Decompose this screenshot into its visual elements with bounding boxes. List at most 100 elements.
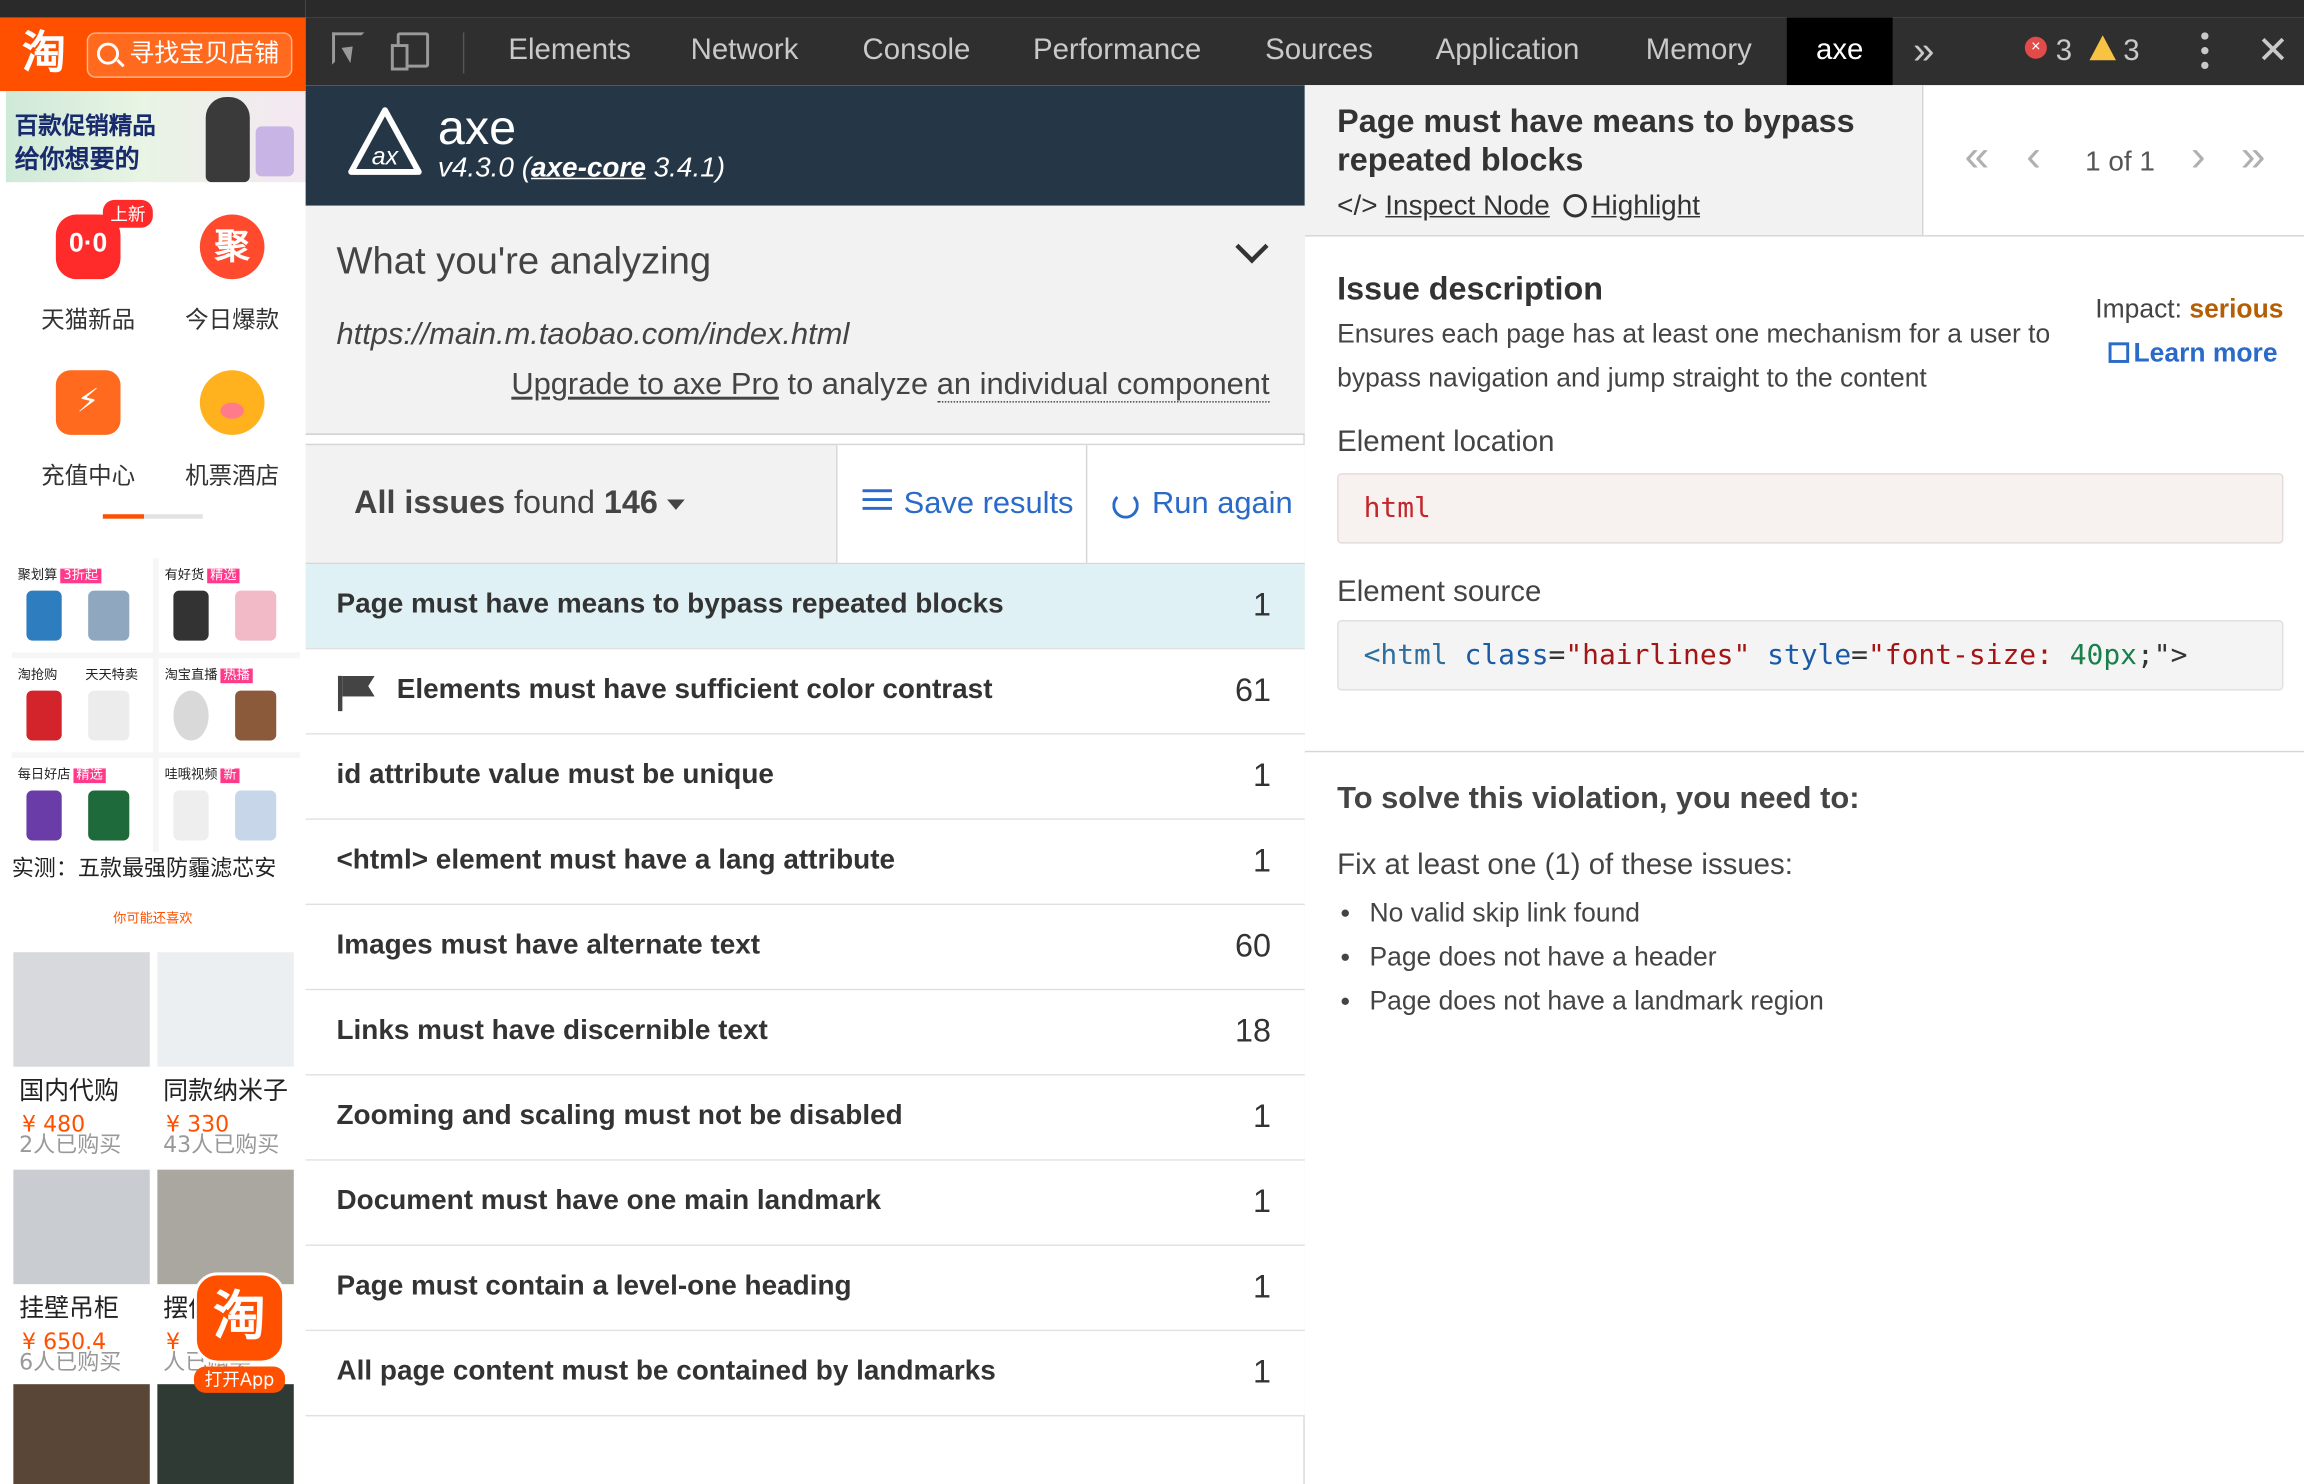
issue-row[interactable]: id attribute value must be unique 1 [305, 734, 1305, 820]
issue-row[interactable]: Elements must have sufficient color cont… [305, 649, 1305, 735]
issue-row[interactable]: All page content must be contained by la… [305, 1331, 1305, 1417]
first-page-icon[interactable]: « [1965, 132, 1990, 182]
grid-cell[interactable]: 淘抢购 天天特卖 [11, 658, 153, 753]
icon-hot-today[interactable]: 聚 今日爆款 [159, 214, 306, 335]
icon-travel[interactable]: 机票酒店 [159, 370, 306, 490]
issue-row[interactable]: Page must contain a level-one heading 1 [305, 1245, 1305, 1332]
warning-icon[interactable] [2089, 35, 2116, 61]
taobao-header: 淘 寻找宝贝店铺 [0, 17, 306, 92]
error-count[interactable]: 3 [2056, 18, 2072, 86]
inspect-node-link[interactable]: </> Inspect Node [1337, 191, 1550, 223]
issues-filter-dropdown[interactable]: All issues found 146 [354, 483, 685, 521]
solve-section: To solve this violation, you need to: Fi… [1305, 752, 2304, 1193]
prev-page-icon[interactable]: ‹ [2026, 132, 2041, 182]
product-name: 挂壁吊柜 [19, 1294, 120, 1324]
product-sold: 2人已购买 [19, 1131, 122, 1158]
axe-core-link[interactable]: axe-core [531, 153, 646, 184]
grid-cell[interactable]: 每日好店 精选 [11, 758, 153, 853]
taobao-logo[interactable]: 淘 [9, 29, 80, 79]
promo-banner[interactable]: 百款促销精品 给你想要的 [5, 91, 306, 183]
product-card[interactable]: 国内代购 ¥ 480 2人已购买 [13, 952, 150, 1161]
product-thumb [88, 590, 130, 641]
screen: 淘 寻找宝贝店铺 百款促销精品 给你想要的 上新 天猫新品 聚 今日爆款 充值中… [0, 0, 2304, 1484]
product-card[interactable]: 同款纳米子 ¥ 330 43人已购买 [157, 952, 294, 1161]
swap-icon [862, 489, 892, 510]
icon-tmall-new[interactable]: 上新 天猫新品 [15, 199, 162, 335]
grid-cell[interactable]: 聚划算 3折起 [11, 558, 153, 653]
issue-detail-pane: Page must have means to bypass repeated … [1304, 85, 2304, 1484]
issue-row[interactable]: Page must have means to bypass repeated … [305, 564, 1305, 650]
grid-title: 哇哦视频新 [165, 764, 240, 784]
grid-cell[interactable]: 有好货 精选 [158, 558, 300, 653]
grid-title: 有好货 精选 [165, 564, 240, 583]
upgrade-link[interactable]: Upgrade to axe Pro [511, 367, 779, 401]
fire-icon: 聚 [199, 214, 265, 280]
devtools-panel: Elements Network Console Performance Sou… [305, 0, 2304, 1484]
tabbar-divider [462, 32, 465, 74]
taobao-search-input[interactable]: 寻找宝贝店铺 [86, 32, 293, 78]
analyzing-title[interactable]: What you're analyzing [336, 238, 711, 284]
tab-sources[interactable]: Sources [1265, 18, 1373, 86]
device-toolbar-icon[interactable] [390, 32, 430, 71]
solve-heading: To solve this violation, you need to: [1337, 781, 1860, 816]
product-image [157, 1384, 294, 1484]
grid-cell[interactable]: 淘宝直播 热播 [158, 658, 300, 753]
product-card[interactable] [157, 1384, 294, 1484]
list-item: Page does not have a landmark region [1337, 979, 1824, 1023]
icon-page-indicator [102, 514, 203, 519]
grid-cell[interactable]: 哇哦视频新 [158, 758, 300, 853]
article-caption[interactable]: 实测：五款最强防霾滤芯安 [12, 852, 306, 883]
error-icon[interactable]: × [2024, 36, 2047, 59]
banner-person-image [205, 96, 250, 183]
caret-down-icon [666, 499, 685, 510]
element-location-value[interactable]: html [1337, 473, 2284, 544]
icon-recharge[interactable]: 充值中心 [15, 370, 162, 490]
product-thumb [235, 590, 277, 641]
solve-subheading: Fix at least one (1) of these issues: [1337, 849, 1793, 882]
code-icon: </> [1337, 191, 1378, 222]
tab-performance[interactable]: Performance [1033, 18, 1201, 86]
tab-elements[interactable]: Elements [508, 18, 631, 86]
tab-axe[interactable]: axe [1786, 17, 1893, 86]
highlight-link[interactable]: Highlight [1563, 191, 1700, 223]
last-page-icon[interactable]: » [2241, 132, 2266, 182]
impact-value: serious [2189, 293, 2284, 324]
inspect-element-icon[interactable] [332, 32, 365, 65]
issue-row[interactable]: Document must have one main landmark 1 [305, 1160, 1305, 1246]
run-again-button[interactable]: Run again [1085, 445, 1305, 563]
description-heading: Issue description [1337, 270, 1604, 308]
product-thumb [173, 590, 209, 641]
product-card[interactable] [13, 1384, 150, 1484]
kebab-menu-icon[interactable] [2201, 32, 2210, 70]
close-icon[interactable]: ✕ [2257, 18, 2289, 83]
element-source-code[interactable]: <html class="hairlines" style="font-size… [1337, 620, 2284, 691]
product-sold: 43人已购买 [163, 1131, 280, 1158]
axe-version: v4.3.0 (axe-core 3.4.1) [437, 152, 726, 184]
open-app-button[interactable]: 淘 打开App [193, 1272, 288, 1398]
issue-pager: « ‹ 1 of 1 › » [1923, 85, 2304, 237]
issue-row[interactable]: Images must have alternate text 60 [305, 905, 1305, 991]
banner-line1: 百款促销精品 [14, 111, 156, 140]
issue-row[interactable]: Zooming and scaling must not be disabled… [305, 1075, 1305, 1161]
product-card[interactable]: 挂壁吊柜 ¥ 650.4 6人已购买 [13, 1169, 150, 1379]
tab-network[interactable]: Network [691, 18, 799, 86]
save-results-button[interactable]: Save results [836, 445, 1086, 563]
issue-row[interactable]: Links must have discernible text 18 [305, 990, 1305, 1076]
more-tabs-icon[interactable]: » [1913, 18, 1934, 86]
list-item: No valid skip link found [1337, 890, 1824, 934]
warning-count[interactable]: 3 [2123, 18, 2139, 86]
product-name: 国内代购 [19, 1076, 120, 1107]
element-location-heading: Element location [1337, 426, 1555, 459]
grid-title: 淘宝直播 热播 [165, 664, 253, 684]
tab-memory[interactable]: Memory [1646, 18, 1752, 86]
analyzed-url: https://main.m.taobao.com/index.html [336, 317, 850, 352]
product-image [157, 952, 294, 1067]
learn-more-link[interactable]: Learn more [2108, 338, 2278, 369]
tab-console[interactable]: Console [863, 18, 971, 86]
impact-label: Impact: serious [2095, 293, 2284, 324]
issue-row[interactable]: <html> element must have a lang attribut… [305, 819, 1305, 906]
tab-application[interactable]: Application [1436, 18, 1580, 86]
next-page-icon[interactable]: › [2191, 132, 2206, 182]
component-link[interactable]: an individual component [936, 367, 1270, 403]
chevron-down-icon[interactable] [1235, 230, 1269, 264]
